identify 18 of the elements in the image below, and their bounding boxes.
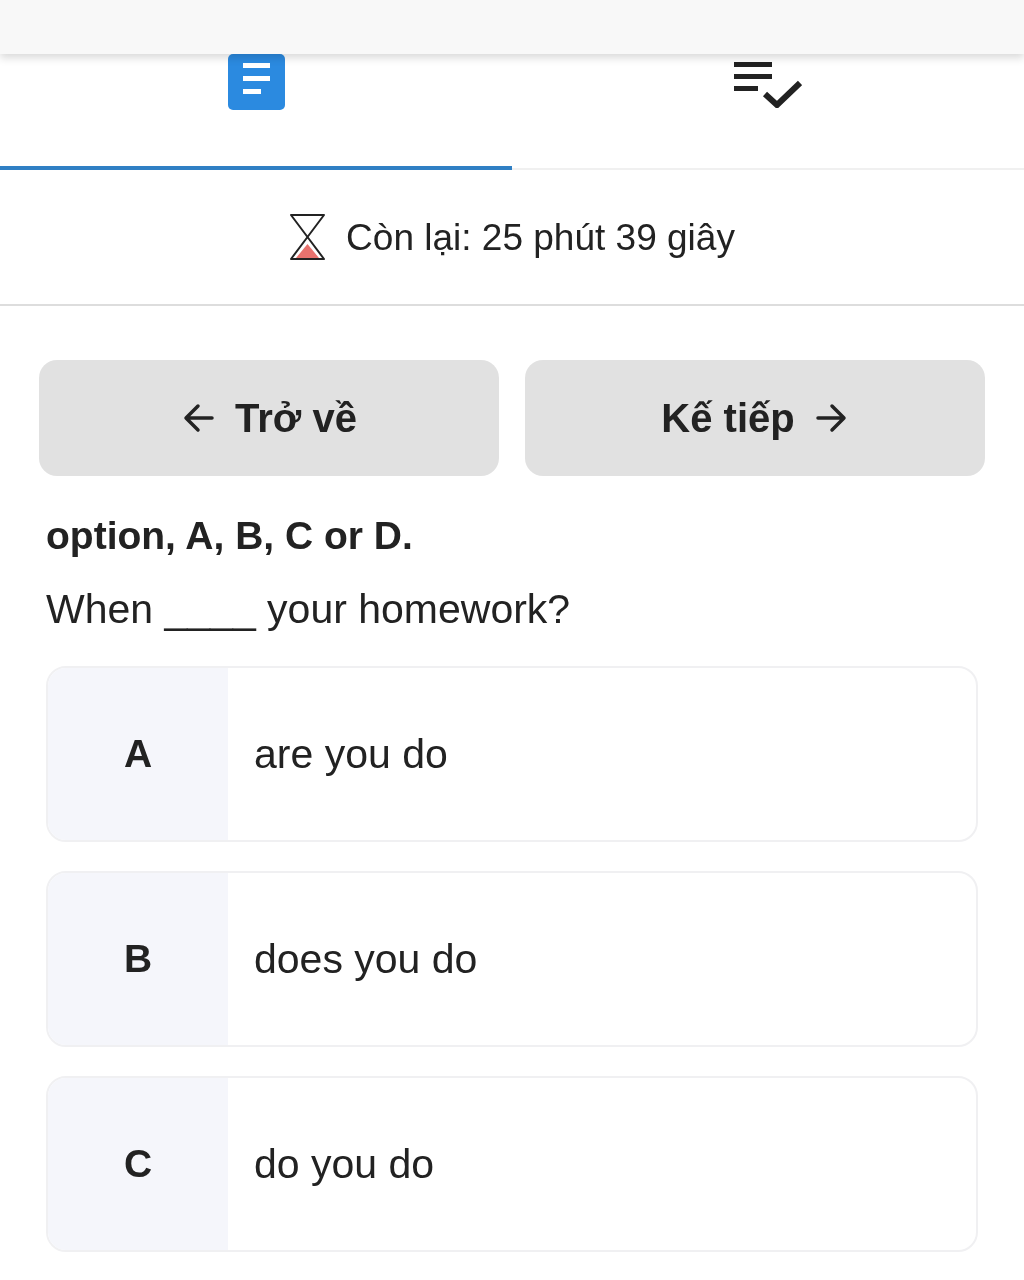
option-text: do you do: [254, 1140, 435, 1189]
option-letter: C: [48, 1078, 228, 1250]
document-icon: [227, 54, 285, 110]
answer-option[interactable]: A are you do: [46, 666, 978, 842]
option-letter: B: [48, 873, 228, 1045]
hourglass-icon: [289, 214, 327, 260]
tab[interactable]: [0, 54, 512, 170]
question-text: When ____ your homework?: [46, 585, 572, 634]
back-button[interactable]: Trở về: [39, 360, 499, 476]
next-button[interactable]: Kế tiếp: [525, 360, 985, 476]
option-text: are you do: [254, 730, 448, 779]
answer-option[interactable]: C do you do: [46, 1076, 978, 1252]
option-letter: A: [48, 668, 228, 840]
checklist-icon: [734, 62, 802, 108]
time-remaining: Còn lại: 25 phút 39 giây: [346, 218, 735, 256]
answer-option[interactable]: B does you do: [46, 871, 978, 1047]
option-text: does you do: [254, 935, 478, 984]
instruction-text: option, A, B, C or D.: [46, 513, 414, 559]
